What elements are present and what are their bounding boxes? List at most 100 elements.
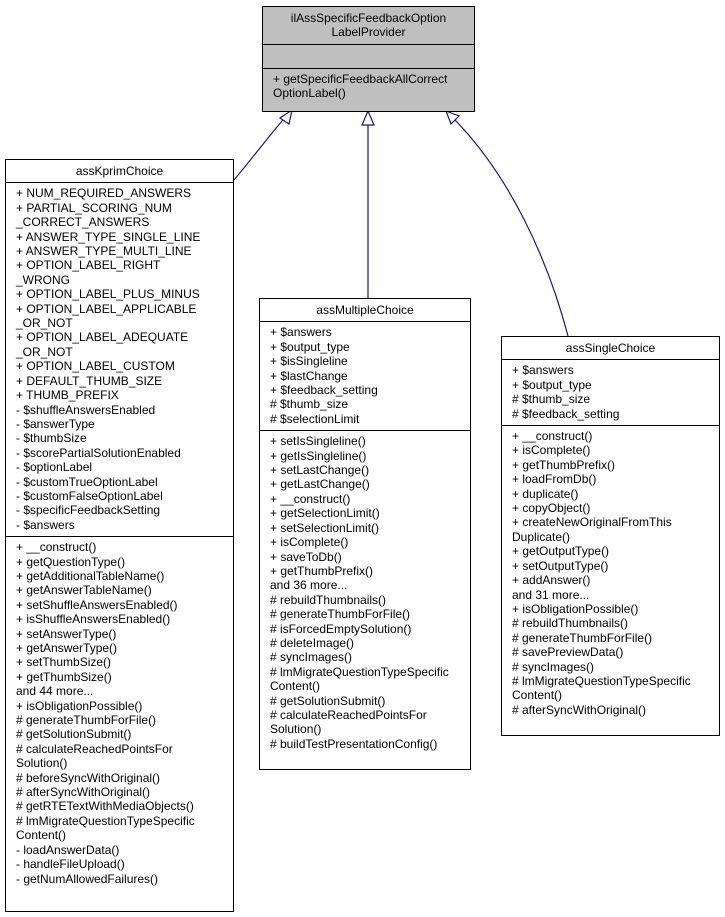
method-item: # afterSyncWithOriginal()	[512, 702, 647, 717]
attribute-item: - $answers	[16, 517, 75, 532]
class-box-base[interactable]: ilAssSpecificFeedbackOption LabelProvider…	[262, 6, 475, 112]
method-item: + __construct()	[16, 540, 97, 555]
method-item: + getSelectionLimit()	[270, 506, 380, 521]
attribute-item: + $feedback_setting	[270, 383, 378, 398]
class-box-asssinglechoice[interactable]: assSingleChoice + $answers + $output_type…	[501, 336, 720, 736]
method-item: + __construct()	[512, 429, 593, 444]
method-item: Content()	[16, 828, 67, 843]
method-item: + getAdditionalTableName()	[16, 568, 165, 583]
methods-section: + __construct() + isComplete() + getThumbP…	[502, 425, 719, 721]
attribute-item: + $output_type	[512, 377, 592, 392]
attribute-item: + $answers	[270, 325, 332, 340]
attribute-item: - $customTrueOptionLabel	[16, 474, 158, 489]
method-item: + setThumbSize()	[16, 655, 112, 670]
class-name: assMultipleChoice	[260, 299, 470, 321]
attribute-item: + ANSWER_TYPE_SINGLE_LINE	[16, 229, 201, 244]
method-item: + isShuffleAnswersEnabled()	[16, 612, 171, 627]
attribute-item: # $selectionLimit	[270, 411, 360, 426]
attribute-item: - $scorePartialSolutionEnabled	[16, 445, 181, 460]
method-item: - loadAnswerData()	[16, 842, 120, 857]
class-name-line: LabelProvider	[331, 25, 406, 40]
class-box-asskprimchoice[interactable]: assKprimChoice + NUM_REQUIRED_ANSWERS + P…	[5, 159, 234, 912]
attribute-item: # $feedback_setting	[512, 406, 620, 421]
method-item: + setAnswerType()	[16, 626, 117, 641]
attribute-item: + OPTION_LABEL_CUSTOM	[16, 359, 175, 374]
method-item: + setIsSingleline()	[270, 434, 366, 449]
class-name: assKprimChoice	[6, 160, 233, 182]
method-item: + copyObject()	[512, 501, 591, 516]
attribute-item: + OPTION_LABEL_ADEQUATE	[16, 330, 189, 345]
inherit-arrowhead-multiple	[361, 109, 375, 126]
method-item: # rebuildThumbnails()	[512, 616, 629, 631]
attribute-item: - $answerType	[16, 416, 95, 431]
attributes-section: + NUM_REQUIRED_ANSWERS + PARTIAL_SCORING_…	[6, 182, 233, 536]
method-item: # getSolutionSubmit()	[16, 727, 132, 742]
method-item: + getOutputType()	[512, 544, 610, 559]
method-item: and 31 more...	[512, 587, 590, 602]
method-item: + getThumbSize()	[16, 669, 112, 684]
method-item: Content()	[270, 679, 321, 694]
class-name: assSingleChoice	[502, 337, 719, 359]
attribute-item: + OPTION_LABEL_APPLICABLE	[16, 301, 197, 316]
method-item: + addAnswer()	[512, 573, 591, 588]
method-item: + getLastChange()	[270, 477, 370, 492]
attribute-item: + $output_type	[270, 339, 350, 354]
method-item: # lmMigrateQuestionTypeSpecific	[270, 664, 449, 679]
method-item: # generateThumbForFile()	[270, 607, 411, 622]
method-item: + loadFromDb()	[512, 472, 597, 487]
attribute-item: + $isSingleline	[270, 354, 348, 369]
attribute-item: _OR_NOT	[16, 344, 73, 359]
attribute-item: _CORRECT_ANSWERS	[16, 215, 150, 230]
method-item: Solution()	[270, 722, 322, 737]
method-item: + __construct()	[270, 491, 351, 506]
method-item: + getAnswerType()	[16, 641, 118, 655]
attribute-item: + OPTION_LABEL_PLUS_MINUS	[16, 287, 200, 302]
methods-section: + getSpecificFeedbackAllCorrect OptionLab…	[263, 67, 474, 105]
attributes-section: + $answers + $output_type # $thumb_size # $…	[502, 359, 719, 425]
method-item: - handleFileUpload()	[16, 857, 125, 872]
method-item: + getQuestionType()	[16, 554, 126, 569]
attribute-item: + ANSWER_TYPE_MULTI_LINE	[16, 244, 192, 259]
class-name-line: assKprimChoice	[75, 164, 164, 178]
method-item: + getThumbPrefix()	[270, 563, 374, 578]
method-item: # rebuildThumbnails()	[270, 592, 387, 607]
attribute-item: - $specificFeedbackSetting	[16, 503, 161, 518]
attribute-item: - $optionLabel	[16, 460, 93, 475]
method-item: + setSelectionLimit()	[270, 520, 380, 535]
class-name-line: assMultipleChoice	[316, 303, 414, 317]
method-item: + getAnswerTableName()	[16, 583, 152, 598]
method-item: + getSpecificFeedbackAllCorrect	[273, 71, 448, 86]
method-item: OptionLabel()	[273, 86, 346, 101]
attribute-item: + DEFAULT_THUMB_SIZE	[16, 373, 163, 388]
attribute-item: + OPTION_LABEL_RIGHT	[16, 258, 161, 273]
method-item: Duplicate()	[512, 529, 571, 544]
method-item: + setShuffleAnswersEnabled()	[16, 597, 178, 612]
method-item: # afterSyncWithOriginal()	[16, 785, 151, 800]
method-item: + createNewOriginalFromThis	[512, 515, 672, 530]
method-item: # generateThumbForFile()	[512, 630, 653, 645]
class-name: ilAssSpecificFeedbackOption LabelProvider	[263, 7, 474, 44]
method-item: + isObligationPossible()	[16, 698, 143, 713]
method-item: + saveToDb()	[270, 549, 342, 564]
attribute-item: + THUMB_PREFIX	[16, 388, 119, 403]
method-item: - getNumAllowedFailures()	[16, 871, 159, 886]
attribute-item: + NUM_REQUIRED_ANSWERS	[16, 186, 192, 201]
class-box-assmultiplechoice[interactable]: assMultipleChoice + $answers + $output_ty…	[259, 298, 471, 770]
method-item: # getRTETextWithMediaObjects()	[16, 799, 194, 814]
method-item: + getIsSingleline()	[270, 448, 367, 463]
method-item: + setLastChange()	[270, 463, 370, 478]
class-name-line: ilAssSpecificFeedbackOption	[290, 11, 447, 25]
method-item: + getThumbPrefix()	[512, 457, 616, 472]
attribute-item: + $lastChange	[270, 368, 348, 383]
method-item: # beforeSyncWithOriginal()	[16, 770, 161, 785]
attribute-item: # $thumb_size	[270, 397, 349, 412]
attribute-item: - $thumbSize	[16, 431, 87, 446]
method-item: Solution()	[16, 756, 68, 771]
method-item: # lmMigrateQuestionTypeSpecific	[512, 673, 691, 688]
attributes-section	[263, 43, 474, 68]
method-item: + setOutputType()	[512, 558, 609, 573]
attribute-item: - $shuffleAnswersEnabled	[16, 402, 156, 417]
attribute-item: _WRONG	[16, 272, 70, 287]
method-item: and 36 more...	[270, 578, 348, 593]
method-item: and 44 more...	[16, 684, 94, 699]
